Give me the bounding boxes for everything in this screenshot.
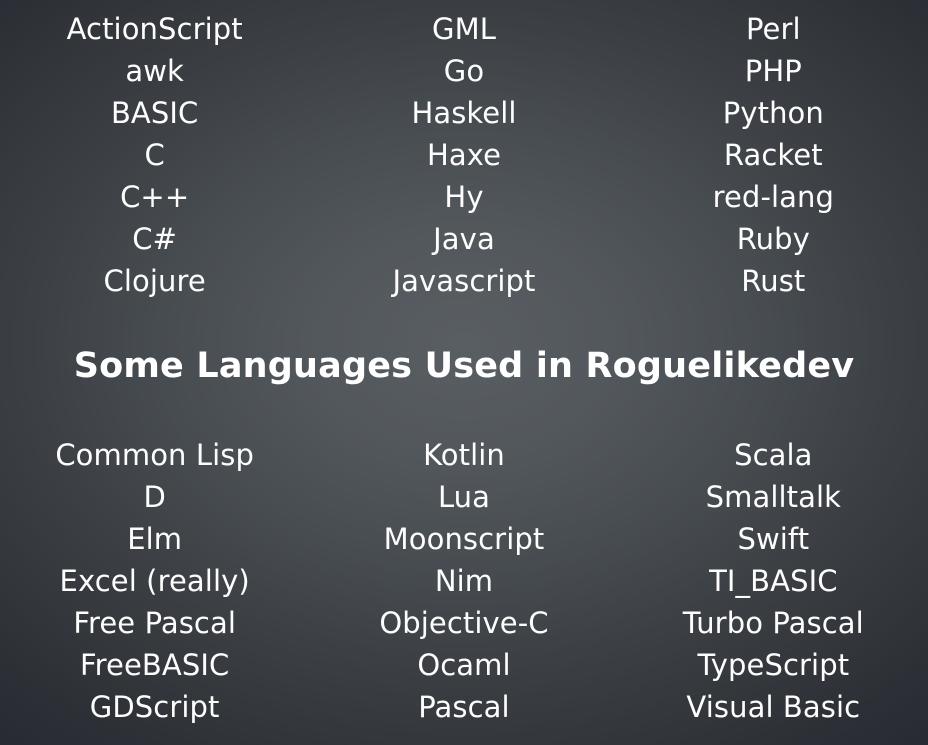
top-column-2: GML Go Haskell Haxe Hy Java Javascript (309, 8, 618, 302)
language-item: Excel (really) (59, 564, 250, 598)
language-list-slide: ActionScript awk BASIC C C++ C# Clojure … (0, 0, 928, 745)
language-item: C (144, 138, 165, 172)
language-item: Swift (737, 522, 810, 556)
top-language-columns: ActionScript awk BASIC C C++ C# Clojure … (0, 8, 928, 302)
language-item: Nim (434, 564, 494, 598)
language-item: TypeScript (697, 648, 850, 682)
top-column-3: Perl PHP Python Racket red-lang Ruby Rus… (619, 8, 928, 302)
language-item: Hy (444, 180, 484, 214)
language-item: Perl (745, 12, 801, 46)
bottom-column-2: Kotlin Lua Moonscript Nim Objective-C Oc… (309, 434, 618, 728)
language-item: C++ (120, 180, 190, 214)
language-item: Objective-C (379, 606, 549, 640)
language-item: Ocaml (417, 648, 511, 682)
language-item: Clojure (103, 264, 206, 298)
page-title: Some Languages Used in Roguelikedev (73, 346, 855, 386)
language-item: Turbo Pascal (682, 606, 864, 640)
language-item: Javascript (392, 264, 536, 298)
language-item: Common Lisp (55, 438, 254, 472)
language-item: D (143, 480, 166, 514)
language-item: Haskell (411, 96, 517, 130)
language-item: awk (125, 54, 184, 88)
bottom-column-1: Common Lisp D Elm Excel (really) Free Pa… (0, 434, 309, 728)
language-item: Rust (741, 264, 806, 298)
language-item: GML (432, 12, 496, 46)
language-item: Lua (437, 480, 491, 514)
top-column-1: ActionScript awk BASIC C C++ C# Clojure (0, 8, 309, 302)
language-item: Pascal (418, 690, 510, 724)
bottom-language-columns: Common Lisp D Elm Excel (really) Free Pa… (0, 434, 928, 728)
language-item: TI_BASIC (709, 564, 838, 598)
language-item: FreeBASIC (79, 648, 230, 682)
language-item: ActionScript (66, 12, 243, 46)
language-item: Java (433, 222, 495, 256)
language-item: C# (132, 222, 178, 256)
language-item: Visual Basic (686, 690, 861, 724)
language-item: Haxe (426, 138, 502, 172)
language-item: Python (722, 96, 824, 130)
language-item: Go (443, 54, 485, 88)
language-item: red-lang (712, 180, 835, 214)
language-item: BASIC (110, 96, 199, 130)
language-item: Kotlin (423, 438, 505, 472)
language-item: Moonscript (383, 522, 545, 556)
language-item: Elm (127, 522, 183, 556)
language-item: Ruby (736, 222, 810, 256)
title-row: Some Languages Used in Roguelikedev (0, 346, 928, 386)
language-item: GDScript (89, 690, 220, 724)
language-item: Scala (734, 438, 813, 472)
language-item: PHP (744, 54, 802, 88)
bottom-column-3: Scala Smalltalk Swift TI_BASIC Turbo Pas… (619, 434, 928, 728)
language-item: Free Pascal (73, 606, 237, 640)
language-item: Smalltalk (705, 480, 842, 514)
language-item: Racket (723, 138, 823, 172)
